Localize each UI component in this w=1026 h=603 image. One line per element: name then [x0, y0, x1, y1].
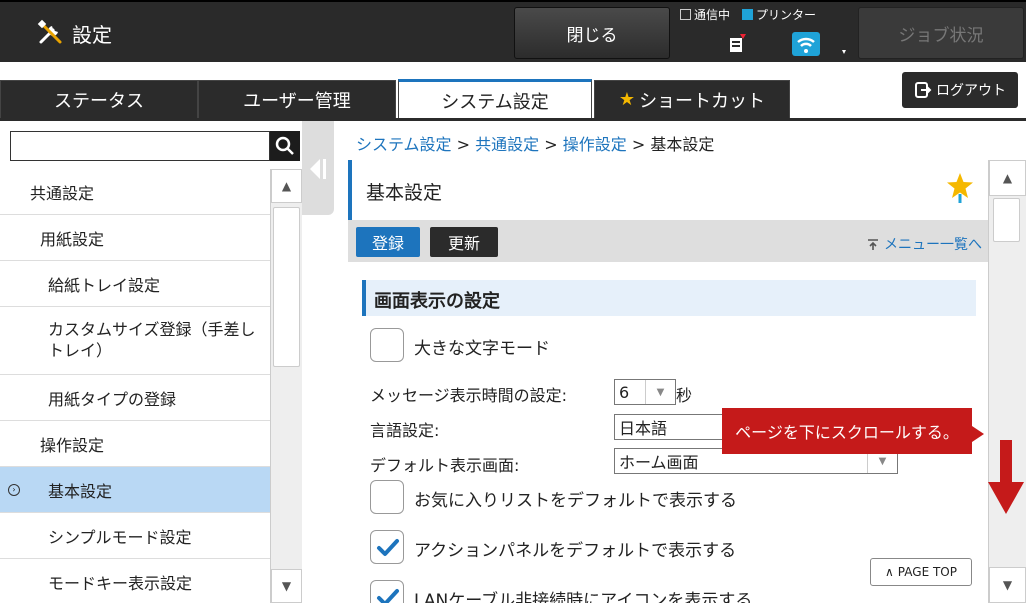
large-font-checkbox[interactable] [370, 328, 404, 362]
logout-icon [915, 82, 932, 98]
page-header: 基本設定 [348, 160, 988, 220]
job-queue-icon [730, 34, 746, 52]
printer-indicator-icon [742, 9, 754, 20]
callout-tail [972, 426, 984, 442]
collapse-left-icon [310, 159, 326, 179]
sidebar-item-custom-size[interactable]: カスタムサイズ登録（手差しトレイ） [0, 307, 270, 375]
sidebar-item-basic-settings[interactable]: › 基本設定 [0, 467, 270, 513]
comm-indicator-icon [680, 9, 691, 20]
search-button[interactable] [270, 131, 300, 161]
sidebar-item-paper-type[interactable]: 用紙タイプの登録 [0, 375, 270, 421]
breadcrumb-separator: > [544, 135, 558, 154]
tools-icon [36, 18, 66, 48]
tab-status[interactable]: ステータス [0, 80, 198, 118]
app-title: 設定 [36, 18, 112, 48]
search-icon [275, 136, 294, 155]
sidebar-item-paper-settings[interactable]: 用紙設定 [0, 215, 270, 261]
favorite-star-icon[interactable] [946, 172, 974, 208]
tab-shortcut[interactable]: ★ ショートカット [594, 80, 790, 118]
scroll-hint-callout: ページを下にスクロールする。 [722, 408, 972, 454]
app-title-text: 設定 [72, 22, 112, 47]
page-top-button[interactable]: ∧ PAGE TOP [870, 558, 972, 586]
sidebar-scrollbar[interactable]: ▲ ▼ [270, 169, 302, 603]
checkmark-icon [377, 539, 399, 556]
sidebar-item-simple-mode[interactable]: シンプルモード設定 [0, 513, 270, 559]
breadcrumb-item[interactable]: 共通設定 [475, 135, 539, 154]
action-bar: 登録 更新 メニュー一覧へ [348, 220, 988, 262]
action-panel-label: アクションパネルをデフォルトで表示する [414, 541, 737, 561]
search-input[interactable] [10, 131, 270, 161]
main-panel: 基本設定 登録 更新 メニュー一覧へ 画面表示の設定 大きな文字モード メッセー… [348, 160, 988, 603]
main-scroll-thumb[interactable] [993, 198, 1020, 242]
sidebar: 共通設定 用紙設定 給紙トレイ設定 カスタムサイズ登録（手差しトレイ） 用紙タイ… [0, 121, 302, 603]
collapse-sidebar-button[interactable] [302, 121, 334, 215]
down-arrow-icon [988, 440, 1024, 514]
msg-time-label: メッセージ表示時間の設定: [370, 386, 568, 405]
status-area: 通信中 プリンター [680, 6, 856, 60]
lan-icon-label: LANケーブル非接続時にアイコンを表示する [414, 591, 753, 603]
status-dropdown-icon[interactable] [842, 50, 846, 54]
scroll-down-icon[interactable]: ▼ [271, 569, 302, 603]
scroll-up-icon[interactable]: ▲ [989, 160, 1026, 196]
default-screen-label: デフォルト表示画面: [370, 456, 520, 475]
section-title: 画面表示の設定 [374, 291, 500, 312]
back-arrow-icon [868, 239, 878, 250]
breadcrumb-item[interactable]: 操作設定 [563, 135, 627, 154]
status-comm: 通信中 [680, 6, 730, 23]
favorites-label: お気に入りリストをデフォルトで表示する [414, 491, 737, 511]
menu-list-link[interactable]: メニュー一覧へ [866, 234, 982, 254]
logout-button[interactable]: ログアウト [902, 72, 1018, 108]
sidebar-item-common-settings[interactable]: 共通設定 [0, 169, 270, 215]
sidebar-item-operation-settings[interactable]: 操作設定 [0, 421, 270, 467]
section-header: 画面表示の設定 [362, 280, 976, 316]
sidebar-item-tray-settings[interactable]: 給紙トレイ設定 [0, 261, 270, 307]
large-font-label: 大きな文字モード [414, 339, 550, 359]
top-bar: 設定 閉じる 通信中 プリンター ジョブ状況 [0, 0, 1026, 62]
page-title: 基本設定 [366, 182, 443, 204]
register-button[interactable]: 登録 [356, 227, 420, 257]
checkmark-icon [377, 589, 399, 603]
sidebar-item-mode-key[interactable]: モードキー表示設定 [0, 559, 270, 603]
sidebar-scroll-thumb[interactable] [273, 207, 300, 367]
msg-time-unit: 秒 [676, 386, 693, 405]
breadcrumb-current: 基本設定 [650, 135, 715, 154]
wifi-icon[interactable] [792, 32, 820, 56]
breadcrumb-separator: > [631, 135, 646, 154]
msg-time-select[interactable]: 6 ▼ [614, 379, 676, 405]
breadcrumb-item[interactable]: システム設定 [356, 135, 452, 154]
favorites-checkbox[interactable] [370, 480, 404, 514]
job-status-button[interactable]: ジョブ状況 [858, 7, 1024, 59]
action-panel-checkbox[interactable] [370, 530, 404, 564]
status-printer: プリンター [742, 6, 816, 23]
close-button[interactable]: 閉じる [514, 7, 670, 59]
breadcrumb: システム設定 > 共通設定 > 操作設定 > 基本設定 [356, 131, 714, 155]
tab-system-settings[interactable]: システム設定 [398, 79, 592, 119]
selected-chevron-icon: › [8, 483, 20, 496]
scroll-up-icon[interactable]: ▲ [271, 169, 302, 203]
star-icon: ★ [618, 89, 636, 110]
update-button[interactable]: 更新 [430, 227, 498, 257]
scroll-down-icon[interactable]: ▼ [989, 567, 1026, 603]
chevron-up-icon: ∧ [885, 565, 894, 579]
breadcrumb-separator: > [456, 135, 471, 154]
language-label: 言語設定: [370, 421, 440, 440]
chevron-down-icon: ▼ [645, 380, 675, 404]
main-scrollbar[interactable]: ▲ ▼ [988, 160, 1026, 603]
tab-bar: ステータス ユーザー管理 システム設定 ★ ショートカット ログアウト [0, 62, 1026, 119]
sidebar-menu: 共通設定 用紙設定 給紙トレイ設定 カスタムサイズ登録（手差しトレイ） 用紙タイ… [0, 169, 270, 603]
tab-user-management[interactable]: ユーザー管理 [198, 80, 396, 118]
lan-icon-checkbox[interactable] [370, 580, 404, 603]
